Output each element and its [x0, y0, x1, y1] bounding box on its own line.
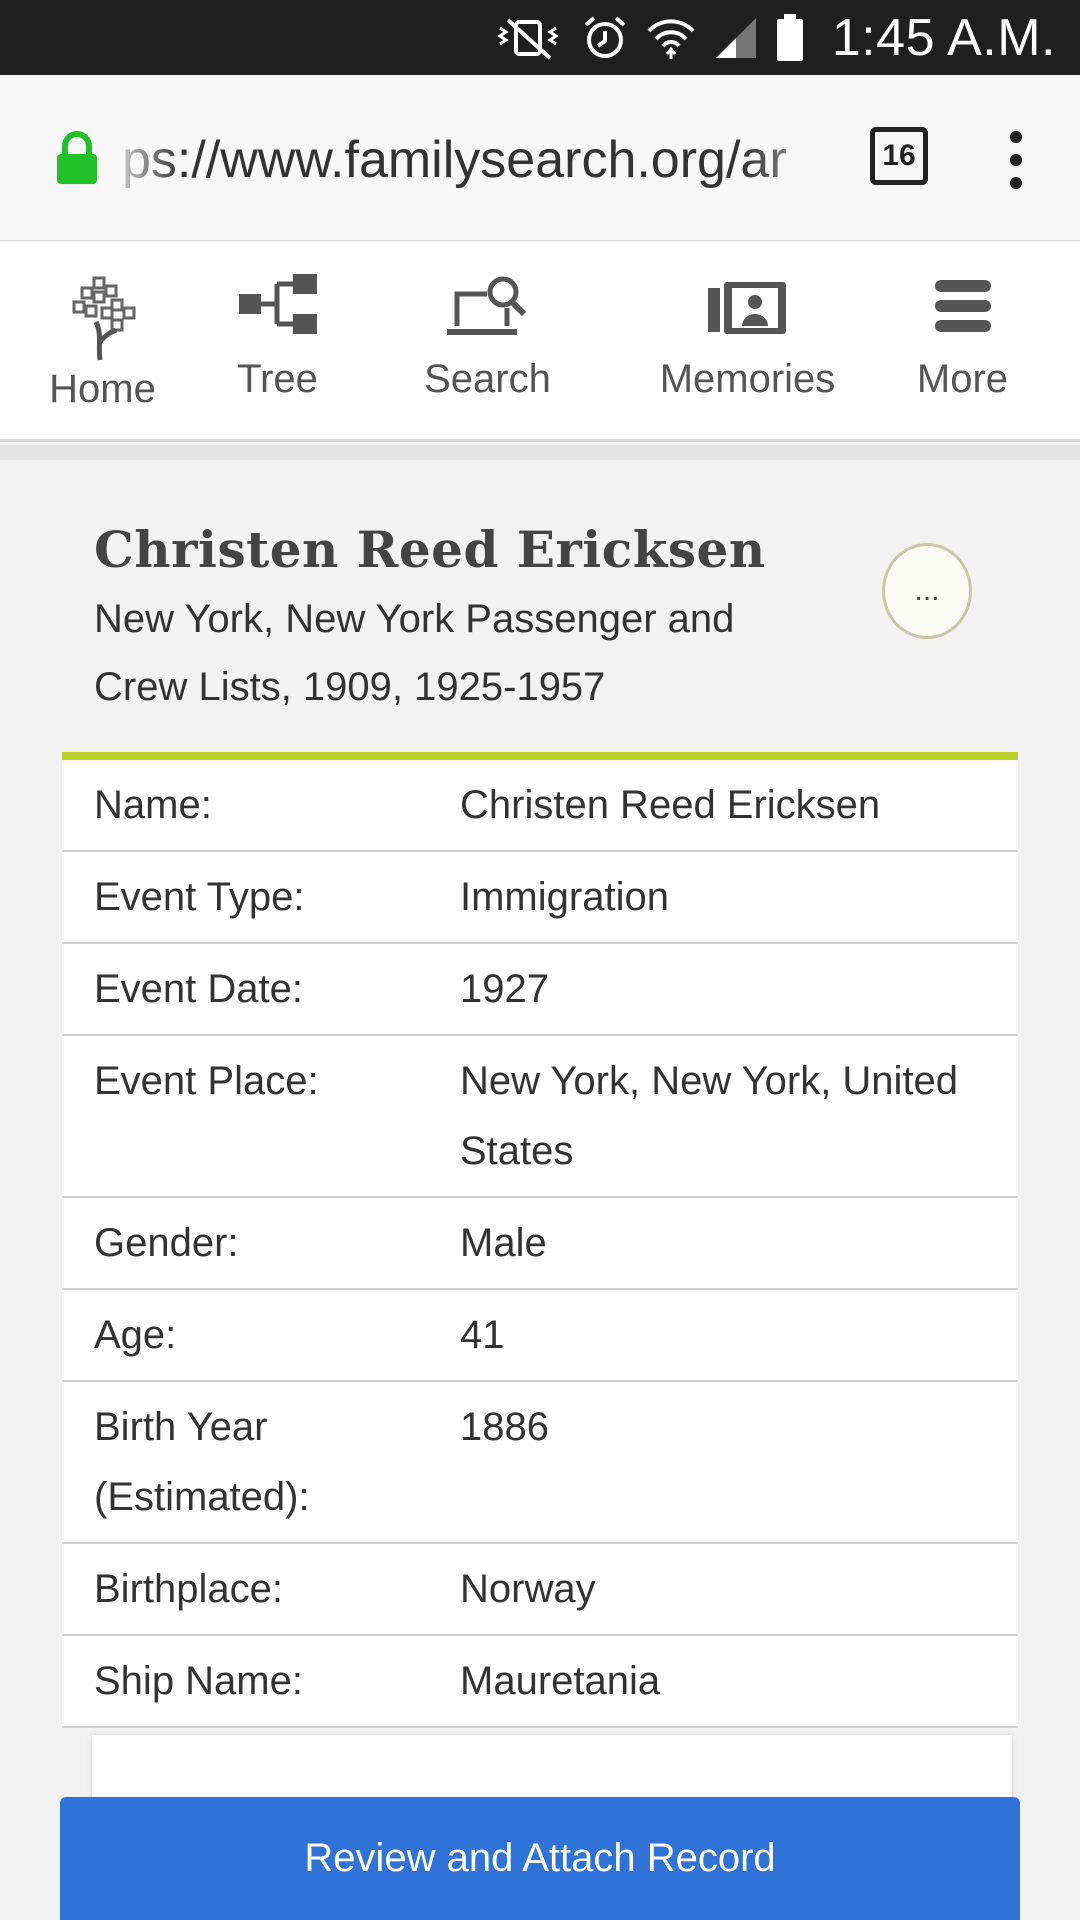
field-value: Immigration: [460, 875, 669, 919]
nav-more-label: More: [916, 357, 1009, 401]
table-row: Birth Year (Estimated): 1886: [62, 1382, 1018, 1544]
field-value: 1886: [460, 1405, 549, 1449]
browser-toolbar: ps://www.familysearch.org/ar 16: [0, 75, 1080, 241]
field-label: Birth Year (Estimated):: [94, 1405, 310, 1519]
record-collection: New York, New York Passenger and Crew Li…: [94, 597, 735, 709]
table-row: Ship Name: Mauretania: [62, 1636, 1018, 1728]
nav-more[interactable]: More: [900, 242, 1025, 442]
vibrate-muted-icon: [497, 18, 559, 59]
status-icons: 1:45 A.M.: [494, 0, 1056, 75]
field-label: Event Type:: [94, 875, 305, 919]
field-label: Age:: [94, 1313, 177, 1357]
table-row: Age: 41: [62, 1290, 1018, 1382]
review-attach-record-button[interactable]: Review and Attach Record: [60, 1797, 1020, 1920]
field-value: Norway: [460, 1567, 596, 1611]
battery-icon: [776, 13, 803, 61]
status-time: 1:45 A.M.: [831, 8, 1056, 67]
field-value: Male: [460, 1221, 547, 1265]
field-label: Birthplace:: [94, 1567, 283, 1611]
laptop-search-icon: [446, 276, 526, 335]
field-value: New York, New York, United States: [460, 1059, 959, 1173]
nav-tree[interactable]: Tree: [210, 242, 345, 442]
tree-chart-icon: [238, 274, 317, 334]
record-options-button[interactable]: ...: [882, 543, 972, 639]
table-row: Event Type: Immigration: [62, 852, 1018, 944]
record-title: Christen Reed Ericksen: [94, 520, 766, 579]
nav-search-label: Search: [424, 357, 551, 401]
app-nav: Home Tree Search Memories More: [0, 242, 1080, 442]
menu-dot: [1010, 154, 1022, 166]
status-bar: 1:45 A.M.: [0, 0, 1080, 75]
photos-icon: [707, 282, 786, 334]
field-label: Event Date:: [94, 967, 304, 1011]
hamburger-menu-icon: [934, 280, 991, 332]
table-row: Name: Christen Reed Ericksen: [62, 760, 1018, 852]
field-value: 1927: [460, 967, 549, 1011]
browser-menu-button[interactable]: [1000, 131, 1032, 189]
tree-logo-icon: [72, 276, 135, 361]
divider: [0, 445, 1080, 460]
field-value: 41: [460, 1313, 505, 1357]
lock-icon: [57, 131, 97, 184]
nav-search[interactable]: Search: [400, 242, 575, 442]
menu-dot: [1010, 131, 1022, 143]
field-value: Mauretania: [460, 1659, 661, 1703]
field-value: Christen Reed Ericksen: [460, 783, 881, 827]
nav-memories-label: Memories: [659, 357, 836, 401]
table-row: Event Date: 1927: [62, 944, 1018, 1036]
nav-home[interactable]: Home: [30, 242, 175, 442]
alarm-icon: [584, 15, 626, 58]
cell-signal-icon: [715, 17, 756, 58]
table-row: Event Place: New York, New York, United …: [62, 1036, 1018, 1198]
address-bar[interactable]: ps://www.familysearch.org/ar: [122, 125, 842, 195]
nav-memories[interactable]: Memories: [640, 242, 855, 442]
table-row: Birthplace: Norway: [62, 1544, 1018, 1636]
record-details-table: Name: Christen Reed Ericksen Event Type:…: [62, 752, 1018, 1728]
tab-switcher-button[interactable]: 16: [870, 127, 928, 185]
field-label: Ship Name:: [94, 1659, 303, 1703]
field-label: Gender:: [94, 1221, 239, 1265]
table-row: Gender: Male: [62, 1198, 1018, 1290]
nav-home-label: Home: [49, 367, 156, 411]
menu-dot: [1010, 177, 1022, 189]
nav-tree-label: Tree: [237, 357, 318, 401]
wifi-icon: [647, 18, 695, 59]
field-label: Event Place:: [94, 1059, 319, 1103]
field-label: Name:: [94, 783, 212, 827]
